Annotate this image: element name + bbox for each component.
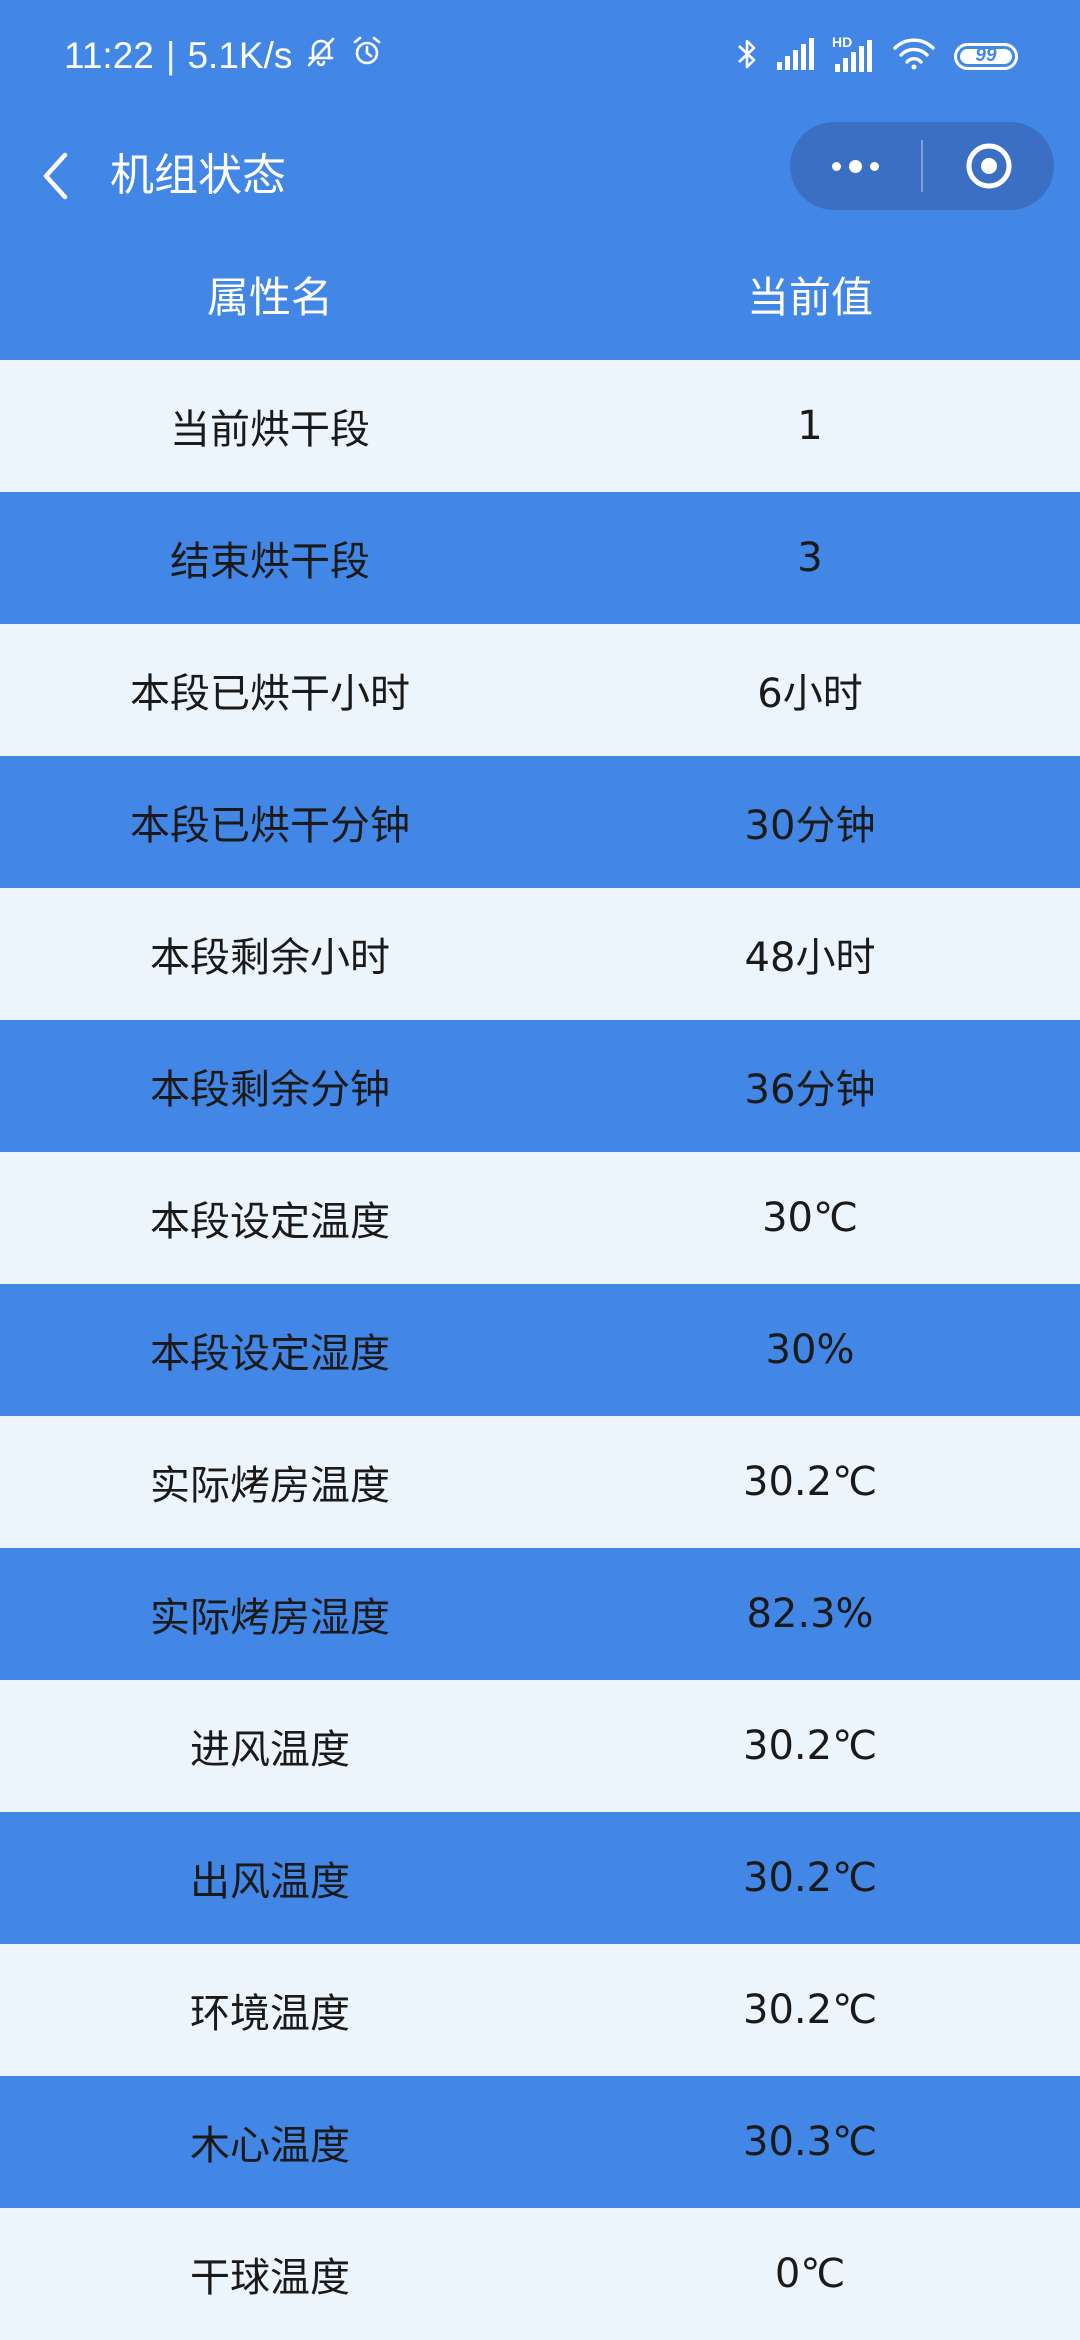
- attribute-value: 30℃: [762, 1195, 858, 1241]
- hd-label: HD: [832, 34, 853, 50]
- table-row: 环境温度 30.2℃: [0, 1944, 1080, 2076]
- table-row: 当前烘干段 1: [0, 360, 1080, 492]
- table-row: 木心温度 30.3℃: [0, 2076, 1080, 2208]
- attribute-name: 干球温度: [190, 2255, 350, 2301]
- table-row: 本段已烘干小时 6小时: [0, 624, 1080, 756]
- attribute-value: 30.2℃: [743, 1723, 877, 1769]
- top-area: 11:22 | 5.1K/s HD 99 机组状态: [0, 0, 1080, 242]
- target-icon: [966, 143, 1011, 189]
- attribute-value: 36分钟: [744, 1067, 876, 1113]
- attribute-value: 3: [797, 535, 823, 581]
- attribute-value: 30.3℃: [743, 2119, 877, 2165]
- status-left: 11:22 | 5.1K/s: [64, 34, 384, 77]
- more-button[interactable]: [790, 122, 921, 210]
- attribute-name: 实际烤房湿度: [150, 1595, 390, 1641]
- status-right: HD 99: [736, 34, 1018, 78]
- back-button[interactable]: [30, 146, 80, 206]
- attribute-name: 本段设定温度: [150, 1199, 390, 1245]
- attribute-name: 本段设定湿度: [150, 1331, 390, 1377]
- attribute-name: 实际烤房温度: [150, 1463, 390, 1509]
- attribute-name: 出风温度: [190, 1859, 350, 1905]
- attribute-value: 0℃: [774, 2251, 846, 2297]
- attribute-name: 本段剩余分钟: [150, 1067, 390, 1113]
- attribute-name: 环境温度: [190, 1991, 350, 2037]
- attribute-value: 6小时: [757, 671, 863, 717]
- attribute-value: 30.2℃: [743, 1987, 877, 2033]
- table-row: 进风温度 30.2℃: [0, 1680, 1080, 1812]
- bluetooth-icon: [736, 36, 758, 77]
- table-row: 实际烤房湿度 82.3%: [0, 1548, 1080, 1680]
- attribute-name: 本段剩余小时: [150, 935, 390, 981]
- page-title: 机组状态: [110, 150, 286, 201]
- table-row: 出风温度 30.2℃: [0, 1812, 1080, 1944]
- network-speed: 5.1K/s: [187, 34, 293, 76]
- table-row: 本段已烘干分钟 30分钟: [0, 756, 1080, 888]
- table-row: 实际烤房温度 30.2℃: [0, 1416, 1080, 1548]
- signal-hd-icon: HD: [832, 34, 874, 72]
- header-value: 当前值: [746, 273, 873, 322]
- table-header: 属性名 当前值: [0, 242, 1080, 360]
- table-row: 本段设定温度 30℃: [0, 1152, 1080, 1284]
- menu-capsule: [790, 122, 1054, 210]
- table-row: 干球温度 0℃: [0, 2208, 1080, 2340]
- status-bar: 11:22 | 5.1K/s HD 99: [0, 0, 1080, 112]
- attribute-name: 结束烘干段: [170, 539, 370, 585]
- table-row: 本段剩余小时 48小时: [0, 888, 1080, 1020]
- status-table: 属性名 当前值 当前烘干段 1 结束烘干段 3 本段已烘干小时 6小时本段已烘干分钟 30分…: [0, 242, 1080, 2340]
- bell-off-icon: [304, 34, 338, 77]
- attribute-value: 30.2℃: [743, 1459, 877, 1505]
- attribute-value: 30.2℃: [743, 1855, 877, 1901]
- attribute-value: 30%: [765, 1327, 855, 1373]
- attribute-value: 48小时: [744, 935, 876, 981]
- attribute-value: 1: [797, 403, 823, 449]
- status-time: 11:22: [64, 34, 154, 76]
- attribute-name: 木心温度: [190, 2123, 350, 2169]
- attribute-name: 当前烘干段: [170, 407, 370, 453]
- close-button[interactable]: [923, 122, 1054, 210]
- table-row: 本段剩余分钟 36分钟: [0, 1020, 1080, 1152]
- attribute-name: 本段已烘干分钟: [130, 803, 410, 849]
- header-attribute: 属性名: [206, 273, 333, 322]
- chevron-left-icon: [43, 152, 68, 200]
- attribute-name: 进风温度: [190, 1727, 350, 1773]
- alarm-clock-icon: [350, 34, 384, 77]
- attribute-name: 本段已烘干小时: [130, 671, 410, 717]
- attribute-value: 30分钟: [744, 803, 876, 849]
- battery-level: 99: [975, 45, 997, 66]
- wifi-icon: [892, 37, 936, 76]
- table-row: 结束烘干段 3: [0, 492, 1080, 624]
- more-icon: [832, 159, 879, 173]
- table-row: 本段设定湿度 30%: [0, 1284, 1080, 1416]
- status-separator: |: [165, 34, 176, 76]
- nav-bar: 机组状态: [0, 112, 1080, 242]
- battery-icon: 99: [954, 42, 1018, 70]
- signal-icon: [776, 37, 816, 75]
- attribute-value: 82.3%: [746, 1591, 874, 1637]
